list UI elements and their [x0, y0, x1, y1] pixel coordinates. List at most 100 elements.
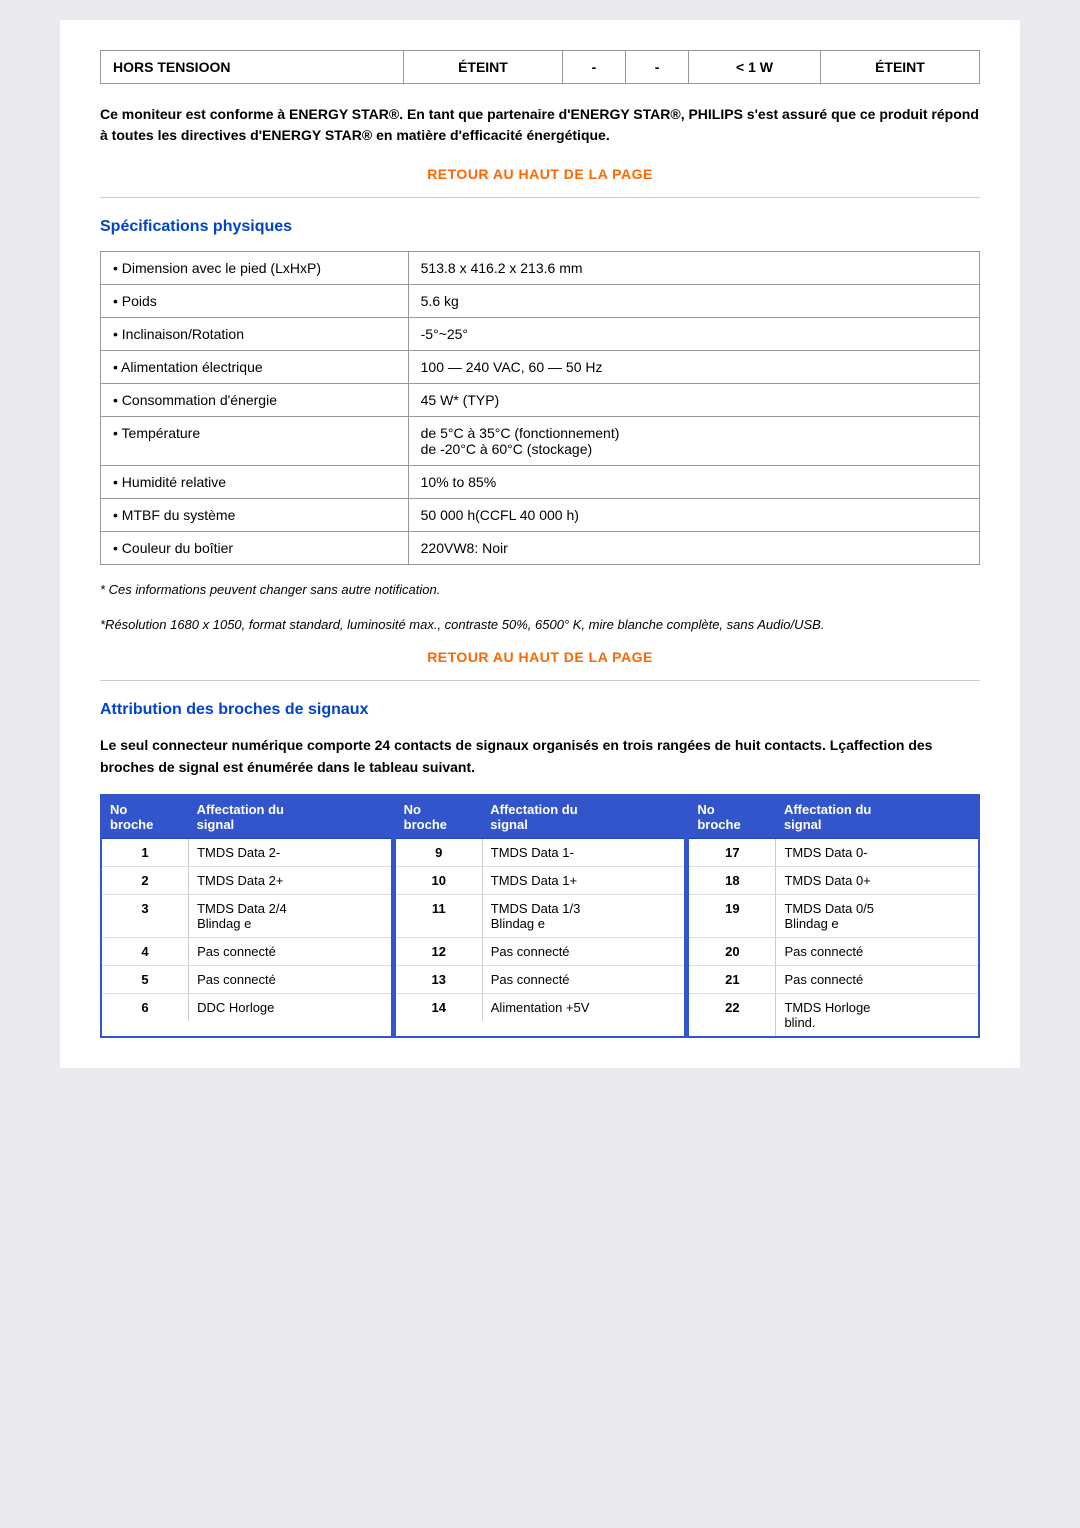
signal-value: Pas connecté [189, 965, 391, 993]
power-mode-label: HORS TENSIOON [101, 51, 404, 84]
signal-row: 17TMDS Data 0- [689, 838, 978, 866]
attribution-title: Attribution des broches de signaux [100, 701, 980, 719]
specs-row: • Dimension avec le pied (LxHxP)513.8 x … [101, 252, 980, 285]
signal-row: 3TMDS Data 2/4Blindag e [102, 894, 391, 937]
signal-no: 22 [689, 993, 776, 1036]
signal-row: 6DDC Horloge [102, 993, 391, 1021]
signal-row: 20Pas connecté [689, 937, 978, 965]
spec-value: de 5°C à 35°C (fonctionnement)de -20°C à… [408, 417, 979, 466]
signal-value: TMDS Data 0+ [776, 866, 978, 894]
signal-value: Pas connecté [189, 937, 391, 965]
signal-no: 21 [689, 965, 776, 993]
signal-row: 19TMDS Data 0/5Blindag e [689, 894, 978, 937]
power-table: HORS TENSIOON ÉTEINT - - < 1 W ÉTEINT [100, 50, 980, 84]
signal-value: TMDS Data 0/5Blindag e [776, 894, 978, 937]
specs-row: • Couleur du boîtier220VW8: Noir [101, 532, 980, 565]
signal-no: 2 [102, 866, 189, 894]
spec-value: 45 W* (TYP) [408, 384, 979, 417]
signal-col-no-header: No broche [689, 796, 776, 839]
specs-row: • Inclinaison/Rotation-5°~25° [101, 318, 980, 351]
signal-no: 10 [396, 866, 483, 894]
signal-section: No brocheAffectation dusignal17TMDS Data… [686, 794, 980, 1038]
signal-value: TMDS Data 2/4Blindag e [189, 894, 391, 937]
power-col6: ÉTEINT [820, 51, 979, 84]
signal-col-signal-header: Affectation dusignal [482, 796, 684, 839]
power-col5: < 1 W [689, 51, 821, 84]
signal-value: Pas connecté [776, 937, 978, 965]
signal-section: No brocheAffectation dusignal9TMDS Data … [393, 794, 687, 1038]
spec-label: • Couleur du boîtier [101, 532, 409, 565]
signal-table-wrapper: No brocheAffectation dusignal1TMDS Data … [100, 794, 980, 1038]
signal-value: TMDS Data 1+ [482, 866, 684, 894]
signal-no: 3 [102, 894, 189, 937]
specs-row: • MTBF du système50 000 h(CCFL 40 000 h) [101, 499, 980, 532]
specs-row: • Consommation d'énergie45 W* (TYP) [101, 384, 980, 417]
signal-value: Pas connecté [776, 965, 978, 993]
signal-table: No brocheAffectation dusignal1TMDS Data … [102, 796, 391, 1021]
power-col2: ÉTEINT [403, 51, 562, 84]
spec-value: 100 — 240 VAC, 60 — 50 Hz [408, 351, 979, 384]
signal-table: No brocheAffectation dusignal9TMDS Data … [396, 796, 685, 1021]
signal-row: 12Pas connecté [396, 937, 685, 965]
signal-no: 4 [102, 937, 189, 965]
signal-no: 6 [102, 993, 189, 1021]
spec-label: • Poids [101, 285, 409, 318]
signal-row: 2TMDS Data 2+ [102, 866, 391, 894]
spec-label: • Dimension avec le pied (LxHxP) [101, 252, 409, 285]
signal-no: 9 [396, 838, 483, 866]
spec-label: • MTBF du système [101, 499, 409, 532]
signal-row: 5Pas connecté [102, 965, 391, 993]
attribution-description: Le seul connecteur numérique comporte 24… [100, 734, 980, 779]
signal-no: 13 [396, 965, 483, 993]
signal-col-signal-header: Affectation dusignal [189, 796, 391, 839]
footnote-1: * Ces informations peuvent changer sans … [100, 580, 980, 600]
signal-row: 22TMDS Horlogeblind. [689, 993, 978, 1036]
signal-no: 11 [396, 894, 483, 937]
spec-value: -5°~25° [408, 318, 979, 351]
signal-col-no-header: No broche [396, 796, 483, 839]
return-link-2[interactable]: RETOUR AU HAUT DE LA PAGE [100, 649, 980, 665]
signal-row: 1TMDS Data 2- [102, 838, 391, 866]
signal-value: Pas connecté [482, 965, 684, 993]
signal-row: 14Alimentation +5V [396, 993, 685, 1021]
signal-col-no-header: No broche [102, 796, 189, 839]
page-container: HORS TENSIOON ÉTEINT - - < 1 W ÉTEINT Ce… [60, 20, 1020, 1068]
specs-table: • Dimension avec le pied (LxHxP)513.8 x … [100, 251, 980, 565]
signal-value: TMDS Data 0- [776, 838, 978, 866]
signal-value: TMDS Data 1/3Blindag e [482, 894, 684, 937]
signal-row: 13Pas connecté [396, 965, 685, 993]
spec-label: • Consommation d'énergie [101, 384, 409, 417]
signal-row: 9TMDS Data 1- [396, 838, 685, 866]
return-link-1[interactable]: RETOUR AU HAUT DE LA PAGE [100, 166, 980, 182]
signal-col-signal-header: Affectation dusignal [776, 796, 978, 839]
signal-table: No brocheAffectation dusignal17TMDS Data… [689, 796, 978, 1036]
specs-row: • Températurede 5°C à 35°C (fonctionneme… [101, 417, 980, 466]
spec-value: 220VW8: Noir [408, 532, 979, 565]
divider-1 [100, 197, 980, 198]
signal-no: 14 [396, 993, 483, 1021]
spec-label: • Inclinaison/Rotation [101, 318, 409, 351]
signal-row: 11TMDS Data 1/3Blindag e [396, 894, 685, 937]
signal-no: 17 [689, 838, 776, 866]
signal-row: 4Pas connecté [102, 937, 391, 965]
power-col3: - [562, 51, 625, 84]
signal-value: Alimentation +5V [482, 993, 684, 1021]
signal-no: 18 [689, 866, 776, 894]
signal-value: TMDS Data 1- [482, 838, 684, 866]
signal-row: 18TMDS Data 0+ [689, 866, 978, 894]
signal-row: 21Pas connecté [689, 965, 978, 993]
spec-value: 50 000 h(CCFL 40 000 h) [408, 499, 979, 532]
signal-row: 10TMDS Data 1+ [396, 866, 685, 894]
divider-2 [100, 680, 980, 681]
signal-value: TMDS Data 2+ [189, 866, 391, 894]
specs-row: • Humidité relative10% to 85% [101, 466, 980, 499]
signal-no: 5 [102, 965, 189, 993]
signal-value: Pas connecté [482, 937, 684, 965]
power-col4: - [626, 51, 689, 84]
spec-value: 513.8 x 416.2 x 213.6 mm [408, 252, 979, 285]
signal-section: No brocheAffectation dusignal1TMDS Data … [100, 794, 393, 1038]
signal-no: 19 [689, 894, 776, 937]
attribution-section: Attribution des broches de signaux Le se… [100, 701, 980, 1038]
signal-value: TMDS Data 2- [189, 838, 391, 866]
energy-star-text: Ce moniteur est conforme à ENERGY STAR®.… [100, 104, 980, 146]
